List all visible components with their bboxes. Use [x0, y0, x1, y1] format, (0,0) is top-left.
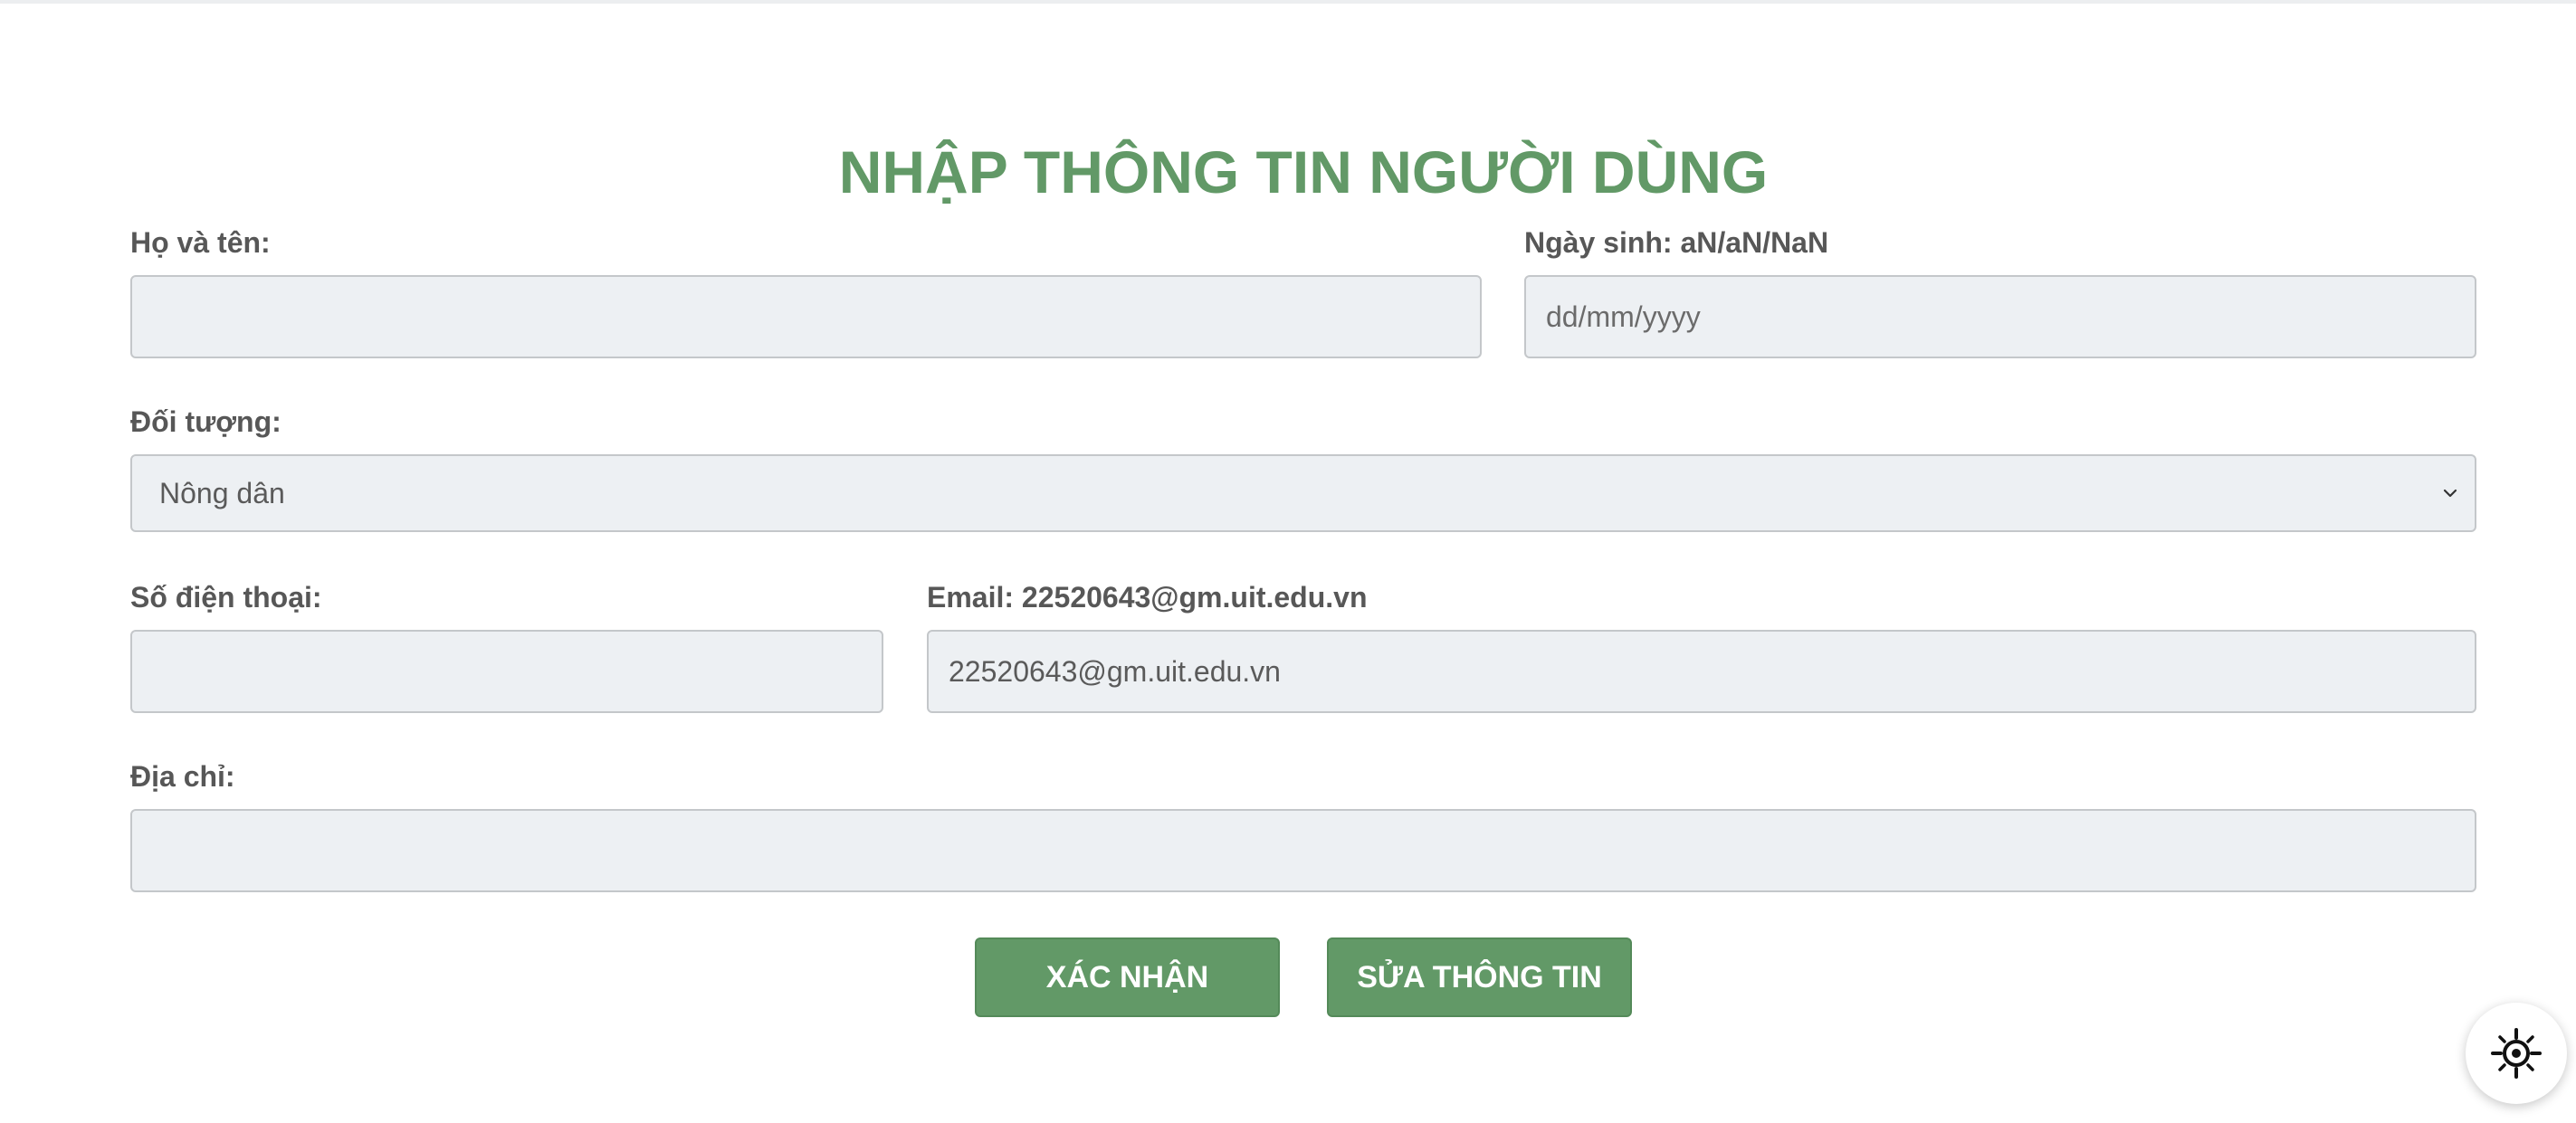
category-select[interactable]: Nông dân — [130, 454, 2476, 532]
floating-widget-button[interactable] — [2466, 1003, 2567, 1104]
edit-info-button[interactable]: SỬA THÔNG TIN — [1327, 937, 1632, 1017]
full-name-label: Họ và tên: — [130, 226, 271, 259]
crosshair-gear-icon — [2491, 1028, 2542, 1079]
chevron-down-icon — [2443, 489, 2457, 498]
email-label: Email: 22520643@gm.uit.edu.vn — [927, 581, 1368, 614]
page-title: NHẬP THÔNG TIN NGƯỜI DÙNG — [838, 138, 1769, 205]
category-selected-value: Nông dân — [159, 476, 285, 509]
category-label: Đối tượng: — [130, 405, 281, 438]
birth-date-input[interactable] — [1524, 275, 2476, 358]
address-label: Địa chỉ: — [130, 760, 235, 793]
birth-date-label: Ngày sinh: aN/aN/NaN — [1524, 226, 1829, 259]
full-name-input[interactable] — [130, 275, 1482, 358]
confirm-button[interactable]: XÁC NHẬN — [975, 937, 1280, 1017]
phone-input[interactable] — [130, 630, 883, 713]
phone-label: Số điện thoại: — [130, 581, 322, 614]
address-input[interactable] — [130, 809, 2476, 892]
page: NHẬP THÔNG TIN NGƯỜI DÙNG Họ và tên: Ngà… — [0, 0, 2576, 1123]
top-divider — [0, 0, 2576, 4]
email-input[interactable] — [927, 630, 2476, 713]
